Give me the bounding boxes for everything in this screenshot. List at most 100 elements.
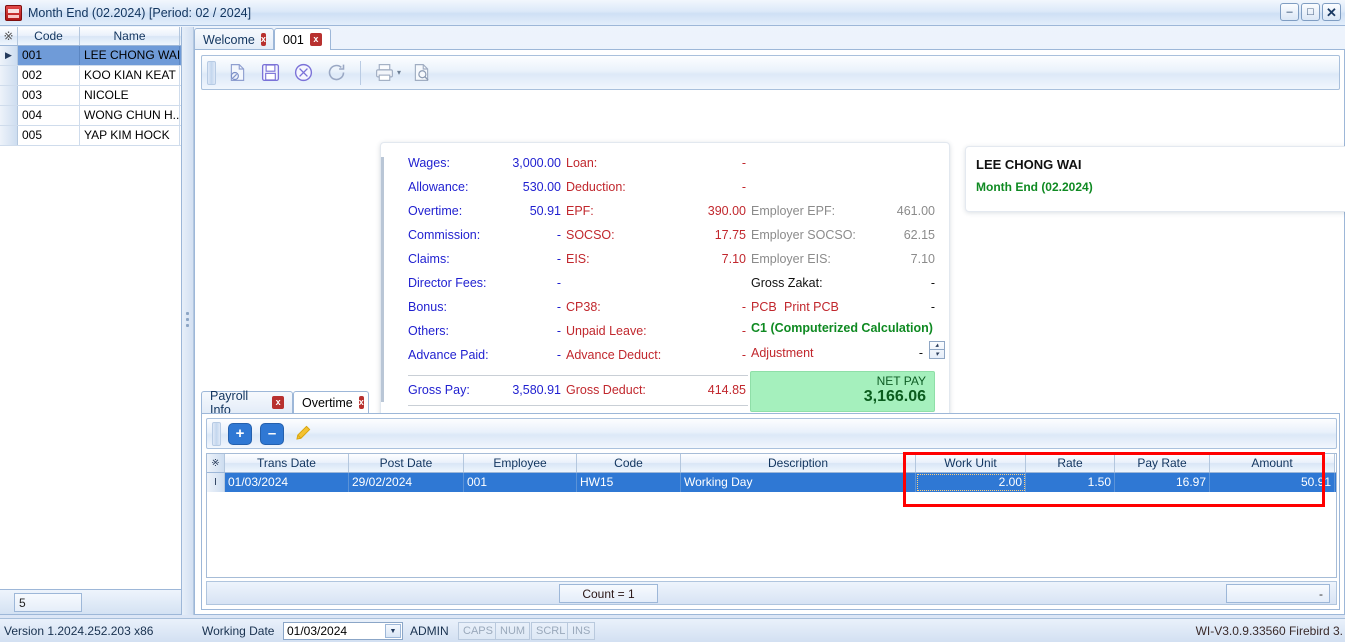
panel-splitter[interactable] (182, 27, 194, 615)
cell-description[interactable]: Working Day (681, 473, 916, 492)
employer-eis-value: 7.10 (841, 252, 935, 266)
tab-welcome[interactable]: Welcome x (194, 28, 274, 50)
tab-label: 001 (283, 33, 304, 47)
save-button[interactable] (254, 58, 287, 87)
edit-row-button[interactable] (293, 424, 312, 443)
table-row[interactable]: 005 YAP KIM HOCK (0, 126, 181, 146)
eis-value: 7.10 (671, 252, 746, 266)
cell-employee[interactable]: 001 (464, 473, 577, 492)
column-trans-date[interactable]: Trans Date (225, 454, 349, 472)
print-pcb-link[interactable]: Print PCB (784, 300, 839, 314)
advance-paid-value: - (471, 348, 561, 362)
table-row[interactable]: ▶ 001 LEE CHONG WAI (0, 46, 181, 66)
column-work-unit[interactable]: Work Unit (916, 454, 1026, 472)
adjustment-stepper[interactable]: ▴ ▾ (929, 341, 945, 359)
cell-pay-rate[interactable]: 16.97 (1115, 473, 1210, 492)
row-marker-icon (0, 86, 18, 105)
overtime-toolbar: + – (206, 418, 1337, 449)
unpaid-leave-label: Unpaid Leave: (566, 324, 647, 338)
cell-rate[interactable]: 1.50 (1026, 473, 1115, 492)
minimize-button[interactable]: – (1280, 3, 1299, 21)
title-bar: Month End (02.2024) [Period: 02 / 2024] … (0, 0, 1345, 26)
advance-deduct-label: Advance Deduct: (566, 348, 661, 362)
deduction-label: Deduction: (566, 180, 626, 194)
employee-name: YAP KIM HOCK (80, 126, 180, 145)
toolbar-grip-icon[interactable] (207, 61, 216, 85)
deduction-value: - (671, 180, 746, 194)
employee-list-footer: 5 (0, 589, 181, 614)
eis-label: EIS: (566, 252, 590, 266)
net-pay-label: NET PAY (877, 374, 926, 388)
column-post-date[interactable]: Post Date (349, 454, 464, 472)
main-content-area: ▾ Wages: Allowance: Overtime: Commission… (194, 49, 1345, 615)
table-row[interactable]: 004 WONG CHUN H... (0, 106, 181, 126)
adjustment-label[interactable]: Adjustment (751, 346, 814, 360)
record-toolbar: ▾ (201, 55, 1340, 90)
working-date-input[interactable]: 01/03/2024 ▼ (283, 622, 403, 640)
add-row-button[interactable]: + (228, 423, 252, 445)
employee-column-code[interactable]: Code (18, 27, 80, 45)
adjustment-value: - (841, 346, 923, 360)
employee-info-card: LEE CHONG WAI Month End (02.2024) (965, 146, 1345, 212)
employee-name: KOO KIAN KEAT (80, 66, 180, 85)
cell-code[interactable]: HW15 (577, 473, 681, 492)
chevron-down-icon[interactable]: ▾ (397, 68, 401, 77)
cell-work-unit[interactable]: 2.00 (916, 473, 1026, 492)
epf-value: 390.00 (671, 204, 746, 218)
close-icon[interactable]: x (359, 396, 364, 409)
table-row[interactable]: 003 NICOLE (0, 86, 181, 106)
overtime-indicator-header[interactable]: ※ (207, 454, 225, 472)
column-employee[interactable]: Employee (464, 454, 577, 472)
bonus-label: Bonus: (408, 300, 447, 314)
column-pay-rate[interactable]: Pay Rate (1115, 454, 1210, 472)
table-row[interactable]: I 01/03/2024 29/02/2024 001 HW15 Working… (207, 473, 1336, 492)
stepper-up-icon[interactable]: ▴ (930, 342, 944, 350)
gross-zakat-value: - (841, 276, 935, 290)
maximize-button[interactable]: □ (1301, 3, 1320, 21)
cell-amount[interactable]: 50.91 (1210, 473, 1335, 492)
cell-trans-date[interactable]: 01/03/2024 (225, 473, 349, 492)
cell-post-date[interactable]: 29/02/2024 (349, 473, 464, 492)
unpaid-leave-value: - (671, 324, 746, 338)
employee-code: 005 (18, 126, 80, 145)
close-icon[interactable]: x (272, 396, 284, 409)
allowance-value: 530.00 (471, 180, 561, 194)
chevron-down-icon[interactable]: ▼ (385, 624, 401, 638)
detail-tab-strip: Payroll Info x Overtime x (201, 391, 1340, 413)
edit-icon (227, 62, 248, 83)
totals-divider (408, 375, 748, 376)
employee-count-value: 5 (14, 593, 82, 612)
record-count: Count = 1 (559, 584, 658, 603)
tab-payroll-info[interactable]: Payroll Info x (201, 391, 293, 413)
refresh-button[interactable] (320, 58, 353, 87)
close-icon[interactable]: x (310, 33, 322, 46)
tab-overtime[interactable]: Overtime x (293, 391, 369, 413)
window-title: Month End (02.2024) [Period: 02 / 2024] (28, 6, 251, 20)
close-button[interactable]: ✕ (1322, 3, 1341, 21)
employee-grid-indicator-header[interactable]: ※ (0, 27, 18, 45)
payroll-summary-card: Wages: Allowance: Overtime: Commission: … (380, 142, 950, 426)
toolbar-grip-icon[interactable] (212, 422, 221, 446)
gross-zakat-label: Gross Zakat: (751, 276, 823, 290)
employee-column-name[interactable]: Name (80, 27, 180, 45)
close-icon[interactable]: x (261, 33, 266, 46)
preview-button[interactable] (405, 58, 438, 87)
bonus-value: - (471, 300, 561, 314)
allowance-label: Allowance: (408, 180, 468, 194)
column-rate[interactable]: Rate (1026, 454, 1115, 472)
indicator-ins: INS (567, 622, 595, 640)
others-label: Others: (408, 324, 449, 338)
row-marker-icon (0, 126, 18, 145)
claims-label: Claims: (408, 252, 450, 266)
row-marker-icon: ▶ (0, 46, 18, 65)
edit-button[interactable] (221, 58, 254, 87)
stepper-down-icon[interactable]: ▾ (930, 351, 944, 359)
remove-row-button[interactable]: – (260, 423, 284, 445)
tab-001[interactable]: 001 x (274, 28, 331, 50)
table-row[interactable]: 002 KOO KIAN KEAT (0, 66, 181, 86)
column-code[interactable]: Code (577, 454, 681, 472)
column-amount[interactable]: Amount (1210, 454, 1335, 472)
column-description[interactable]: Description (681, 454, 916, 472)
cancel-button[interactable] (287, 58, 320, 87)
employer-epf-label: Employer EPF: (751, 204, 835, 218)
